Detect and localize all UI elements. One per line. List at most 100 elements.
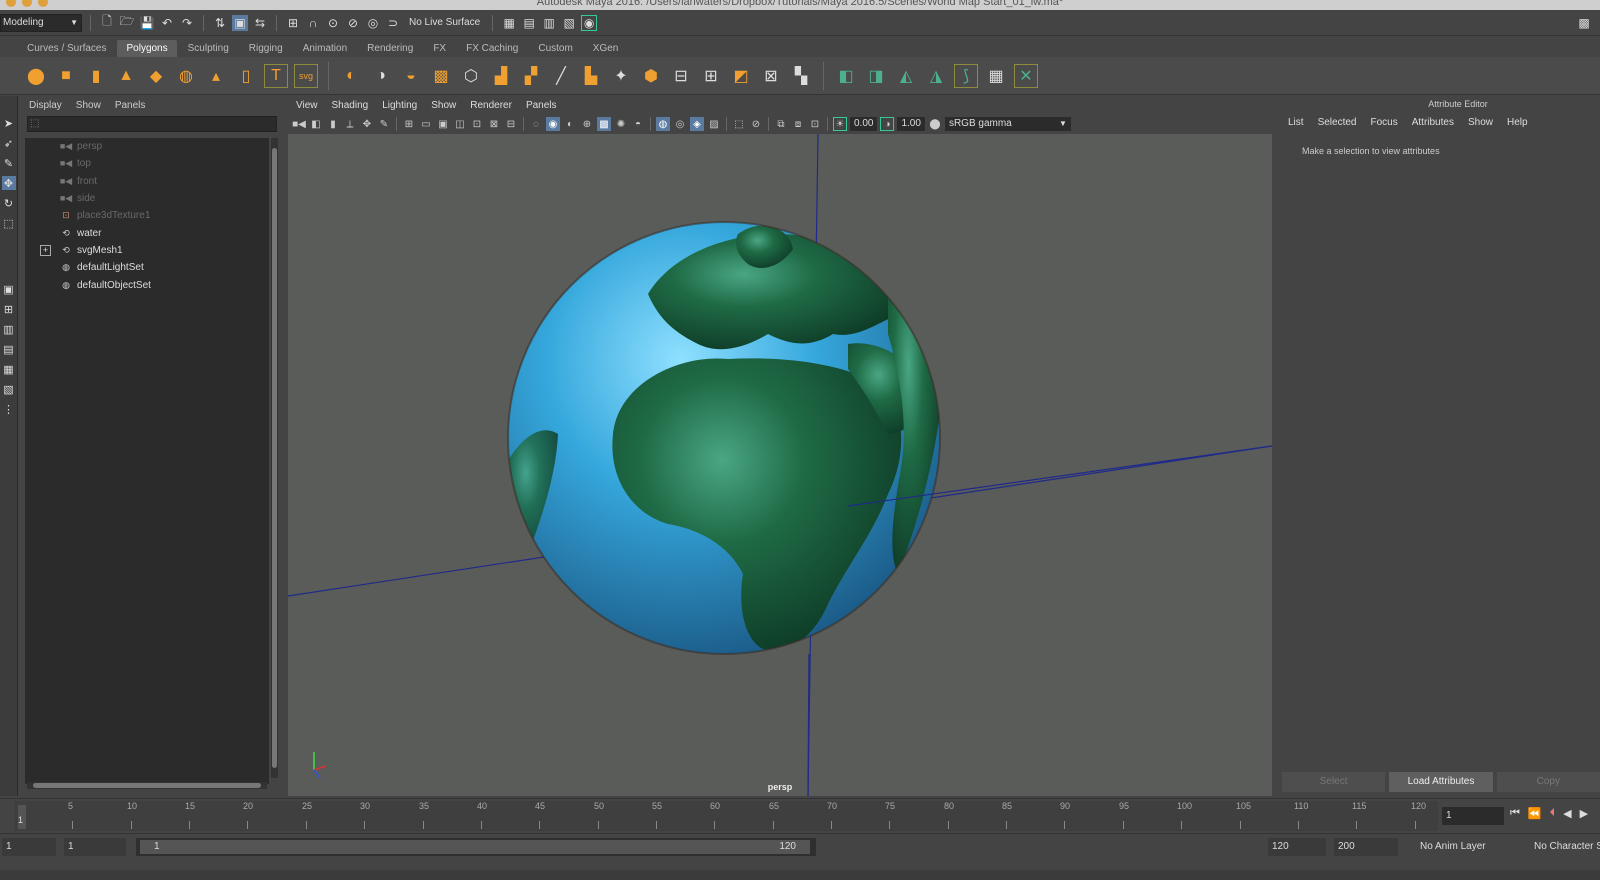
scrollbar-thumb[interactable] bbox=[272, 148, 277, 768]
view-transform-icon[interactable]: ⬤ bbox=[928, 117, 942, 131]
shelf-tab-rigging[interactable]: Rigging bbox=[240, 40, 292, 57]
poly-cylinder-icon[interactable]: ▮ bbox=[84, 64, 108, 88]
end-time-field[interactable]: 200 bbox=[1334, 838, 1398, 856]
shelf-tab-sculpting[interactable]: Sculpting bbox=[179, 40, 238, 57]
safe-action-icon[interactable]: ⊠ bbox=[487, 117, 501, 131]
field-chart-icon[interactable]: ⊡ bbox=[470, 117, 484, 131]
shelf-tab-xgen[interactable]: XGen bbox=[584, 40, 628, 57]
shelf-tab-fx[interactable]: FX bbox=[424, 40, 455, 57]
ipr-render-icon[interactable]: ▥ bbox=[541, 15, 557, 31]
append-polygon-icon[interactable]: ✦ bbox=[609, 64, 633, 88]
outliner-horizontal-scrollbar[interactable] bbox=[27, 782, 267, 789]
type-tool-icon[interactable]: T bbox=[264, 63, 288, 88]
automatic-mapping-icon[interactable]: ◮ bbox=[924, 64, 948, 88]
range-slider-bar[interactable]: 1 120 bbox=[136, 838, 816, 856]
use-all-lights-icon[interactable]: ✺ bbox=[614, 117, 628, 131]
screen-space-ao-icon[interactable]: ◍ bbox=[656, 117, 670, 131]
list-item[interactable]: ◍ defaultLightSet bbox=[25, 259, 269, 276]
extrude-icon[interactable]: ▞ bbox=[519, 64, 543, 88]
gate-mask-icon[interactable]: ◫ bbox=[453, 117, 467, 131]
workspace-icon[interactable]: ▩ bbox=[1576, 15, 1592, 31]
more-layouts-icon[interactable]: ⋮ bbox=[2, 402, 16, 416]
merge-icon[interactable]: ▚ bbox=[789, 64, 813, 88]
gamma-icon[interactable]: ◑ bbox=[880, 117, 895, 131]
list-item[interactable]: ■◀ front bbox=[25, 173, 269, 190]
time-slider-track[interactable]: 1 5 10 15 20 25 30 35 40 45 50 55 60 65 70 75 80 85 90 95 1… bbox=[14, 801, 1438, 831]
save-scene-icon[interactable]: 💾 bbox=[139, 15, 155, 31]
list-item[interactable]: ■◀ top bbox=[25, 155, 269, 172]
poly-cube-icon[interactable]: ■ bbox=[54, 64, 78, 88]
smooth-icon[interactable]: ◒ bbox=[399, 64, 423, 88]
x-ray-components-icon[interactable]: ⧈ bbox=[791, 117, 805, 131]
wireframe-icon[interactable]: ◌ bbox=[529, 117, 543, 131]
select-camera-icon[interactable]: ■◀ bbox=[292, 117, 306, 131]
persp-graph-layout-icon[interactable]: ▤ bbox=[2, 342, 16, 356]
expand-toggle[interactable]: + bbox=[40, 244, 51, 256]
select-tool-icon[interactable]: ➤ bbox=[2, 116, 16, 130]
poly-sphere-icon[interactable]: ⬤ bbox=[24, 64, 48, 88]
multi-cut-icon[interactable]: ⊟ bbox=[669, 64, 693, 88]
insert-edge-loop-icon[interactable]: ⊞ bbox=[699, 64, 723, 88]
menu-set-dropdown[interactable]: Modeling ▼ bbox=[0, 13, 82, 32]
viewport-canvas[interactable]: persp bbox=[288, 134, 1272, 796]
open-scene-icon[interactable]: 🗁 bbox=[119, 14, 135, 31]
isolate-select-icon[interactable]: ⬚ bbox=[732, 117, 746, 131]
viewport-menu-view[interactable]: View bbox=[296, 100, 318, 111]
frame-all-icon[interactable]: ⊡ bbox=[808, 117, 822, 131]
new-scene-icon[interactable]: 🗋 bbox=[99, 14, 115, 31]
image-plane-icon[interactable]: ⟂ bbox=[343, 117, 357, 131]
uv-editor-icon[interactable]: ⟆ bbox=[954, 63, 978, 88]
exposure-field[interactable]: 0.00 bbox=[850, 117, 878, 131]
motion-blur-icon[interactable]: ◎ bbox=[673, 117, 687, 131]
bevel-icon[interactable]: ▙ bbox=[579, 64, 603, 88]
select-by-hierarchy-icon[interactable]: ⇅ bbox=[212, 15, 228, 31]
target-weld-icon[interactable]: ⊠ bbox=[759, 64, 783, 88]
shelf-tab-rendering[interactable]: Rendering bbox=[358, 40, 422, 57]
fill-hole-icon[interactable]: ⬢ bbox=[639, 64, 663, 88]
persp-outliner-layout-icon[interactable]: ▥ bbox=[2, 322, 16, 336]
gamma-field[interactable]: 1.00 bbox=[897, 117, 925, 131]
lasso-tool-icon[interactable]: ➶ bbox=[2, 136, 16, 150]
playback-start-field[interactable]: 1 bbox=[64, 838, 126, 856]
multisample-aa-icon[interactable]: ◈ bbox=[690, 117, 704, 131]
scrollbar-thumb[interactable] bbox=[33, 783, 261, 788]
select-by-component-icon[interactable]: ⇆ bbox=[252, 15, 268, 31]
svg-tool-icon[interactable]: svg bbox=[294, 63, 318, 88]
film-gate-icon[interactable]: ▭ bbox=[419, 117, 433, 131]
exposure-icon[interactable]: ☀ bbox=[833, 117, 847, 131]
hypershade-icon[interactable]: ◉ bbox=[581, 14, 598, 31]
current-frame-field[interactable]: 1 bbox=[1442, 807, 1504, 825]
character-set-dropdown[interactable]: No Character Set bbox=[1534, 838, 1600, 856]
current-time-indicator[interactable]: 1 bbox=[18, 805, 26, 829]
snap-to-grid-icon[interactable]: ⊞ bbox=[285, 15, 301, 31]
safe-title-icon[interactable]: ⊟ bbox=[504, 117, 518, 131]
play-forward-icon[interactable]: ▶ bbox=[1580, 807, 1588, 820]
planar-mapping-icon[interactable]: ◧ bbox=[834, 64, 858, 88]
mirror-icon[interactable]: ⬡ bbox=[459, 64, 483, 88]
checker-icon[interactable]: ▦ bbox=[984, 64, 1008, 88]
snap-to-surface-icon[interactable]: ◎ bbox=[365, 15, 381, 31]
viewport-menu-lighting[interactable]: Lighting bbox=[382, 100, 417, 111]
grease-pencil-icon[interactable]: ✎ bbox=[377, 117, 391, 131]
bridge-icon[interactable]: ╱ bbox=[549, 64, 573, 88]
unfold-icon[interactable]: ✕ bbox=[1014, 63, 1038, 88]
render-view-icon[interactable]: ▦ bbox=[501, 15, 517, 31]
hypershade-layout-icon[interactable]: ▦ bbox=[2, 362, 16, 376]
bookmark-icon[interactable]: ▮ bbox=[326, 117, 340, 131]
snap-to-view-plane-icon[interactable]: ⊘ bbox=[345, 15, 361, 31]
play-backward-icon[interactable]: ◀ bbox=[1563, 807, 1571, 820]
list-item[interactable]: ⟲ water bbox=[25, 224, 269, 241]
viewport-menu-panels[interactable]: Panels bbox=[526, 100, 557, 111]
depth-of-field-icon[interactable]: ▨ bbox=[707, 117, 721, 131]
go-to-start-icon[interactable]: ⏮ bbox=[1510, 807, 1520, 820]
shelf-tab-curves-surfaces[interactable]: Curves / Surfaces bbox=[18, 40, 115, 57]
outliner-menu-display[interactable]: Display bbox=[29, 100, 62, 111]
shelf-tab-animation[interactable]: Animation bbox=[294, 40, 356, 57]
viewport-menu-shading[interactable]: Shading bbox=[332, 100, 369, 111]
poly-plane-icon[interactable]: ◆ bbox=[144, 64, 168, 88]
resolution-gate-icon[interactable]: ▣ bbox=[436, 117, 450, 131]
list-item[interactable]: ◍ defaultObjectSet bbox=[25, 276, 269, 293]
rotate-tool-icon[interactable]: ↻ bbox=[2, 196, 16, 210]
wireframe-on-shaded-icon[interactable]: ⊕ bbox=[580, 117, 594, 131]
spherical-mapping-icon[interactable]: ◭ bbox=[894, 64, 918, 88]
